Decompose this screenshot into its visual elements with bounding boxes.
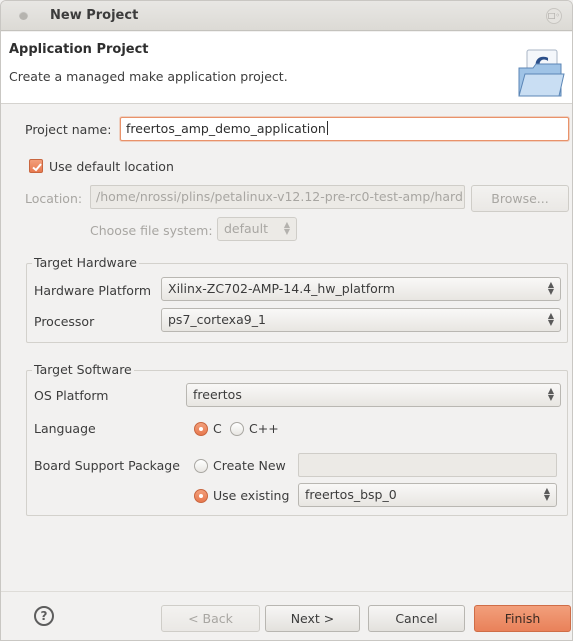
use-existing-radio[interactable] — [194, 489, 208, 503]
chevron-updown-icon: ▲ ▼ — [547, 280, 554, 296]
cancel-button[interactable]: Cancel — [368, 605, 465, 632]
hardware-platform-label: Hardware Platform — [34, 283, 152, 298]
filesystem-value: default — [224, 221, 268, 236]
create-new-label: Create New — [213, 458, 286, 473]
use-default-location-label: Use default location — [49, 159, 174, 174]
page-title: Application Project — [9, 42, 149, 57]
os-platform-value: freertos — [193, 387, 242, 402]
page-description: Create a managed make application projec… — [9, 69, 288, 84]
chevron-updown-icon: ▲ ▼ — [547, 311, 554, 327]
use-existing-select[interactable]: freertos_bsp_0 ▲ ▼ — [298, 483, 557, 507]
window-title: New Project — [50, 8, 139, 23]
create-new-radio[interactable] — [194, 459, 208, 473]
processor-value: ps7_cortexa9_1 — [168, 312, 266, 327]
next-button[interactable]: Next > — [265, 605, 360, 632]
checkmark-icon — [32, 163, 42, 172]
language-cpp-label: C++ — [249, 421, 279, 436]
os-platform-label: OS Platform — [34, 388, 109, 403]
filesystem-label: Choose file system: — [90, 223, 213, 238]
new-project-dialog: New Project □◦ Application Project Creat… — [0, 0, 573, 641]
language-c-label: C — [213, 421, 222, 436]
use-existing-value: freertos_bsp_0 — [305, 487, 397, 502]
create-new-input[interactable] — [298, 453, 557, 477]
filesystem-select[interactable]: default ▲ ▼ — [217, 217, 297, 241]
os-platform-select[interactable]: freertos ▲ ▼ — [186, 383, 561, 407]
wizard-banner: Application Project Create a managed mak… — [1, 32, 572, 104]
chevron-updown-icon: ▲ ▼ — [283, 220, 290, 236]
hardware-platform-select[interactable]: Xilinx-ZC702-AMP-14.4_hw_platform ▲ ▼ — [161, 277, 561, 301]
text-caret — [326, 121, 328, 135]
location-label: Location: — [25, 191, 83, 206]
browse-button[interactable]: Browse... — [471, 185, 569, 212]
target-hardware-title: Target Hardware — [32, 255, 139, 270]
finish-button[interactable]: Finish — [474, 605, 571, 632]
window-restore-button[interactable]: □◦ — [546, 8, 562, 24]
project-name-input[interactable]: freertos_amp_demo_application — [120, 117, 569, 141]
bsp-label: Board Support Package — [34, 458, 180, 473]
chevron-updown-icon: ▲ ▼ — [547, 386, 554, 402]
footer-divider — [1, 591, 572, 592]
use-default-location-checkbox[interactable] — [29, 159, 43, 173]
processor-select[interactable]: ps7_cortexa9_1 ▲ ▼ — [161, 308, 561, 332]
title-bar[interactable]: New Project □◦ — [1, 1, 572, 31]
chevron-updown-icon: ▲ ▼ — [543, 486, 550, 502]
back-button[interactable]: < Back — [161, 605, 260, 632]
project-name-value: freertos_amp_demo_application — [126, 121, 326, 136]
processor-label: Processor — [34, 314, 95, 329]
location-input[interactable]: /home/nrossi/plins/petalinux-v12.12-pre-… — [90, 185, 465, 209]
hardware-platform-value: Xilinx-ZC702-AMP-14.4_hw_platform — [168, 281, 395, 296]
target-software-title: Target Software — [32, 362, 134, 377]
language-cpp-radio[interactable] — [230, 422, 244, 436]
use-existing-label: Use existing — [213, 488, 290, 503]
help-icon[interactable]: ? — [34, 606, 54, 626]
project-name-label: Project name: — [25, 122, 112, 137]
folder-c-wizard-icon: C — [517, 46, 565, 98]
language-c-radio[interactable] — [194, 422, 208, 436]
window-close-button[interactable] — [19, 11, 28, 20]
language-label: Language — [34, 421, 96, 436]
